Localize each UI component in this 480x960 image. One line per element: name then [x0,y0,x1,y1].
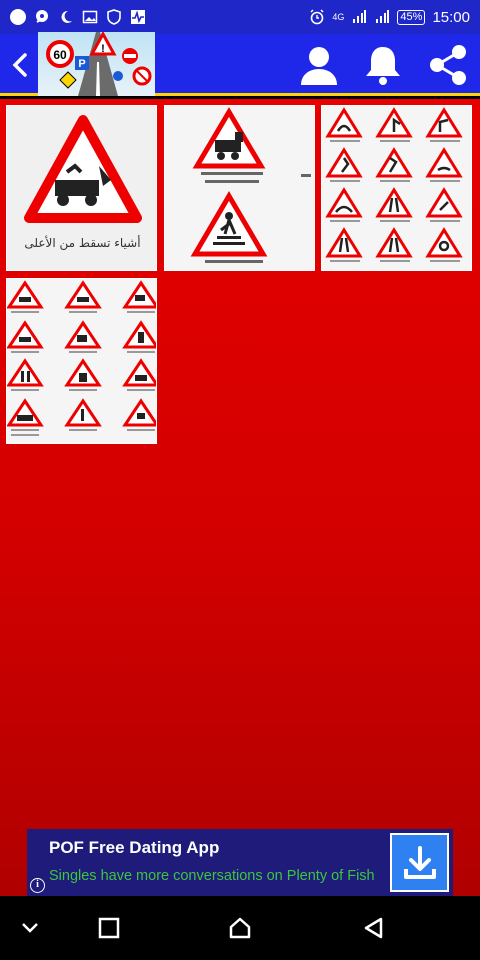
signal-icon [376,10,390,23]
network-type: 4G [332,12,345,22]
nav-home-button[interactable] [222,910,258,946]
status-time: 15:00 [432,8,470,26]
speed-limit-value: 60 [53,48,67,62]
ad-title[interactable]: POF Free Dating App [49,838,219,858]
activity-icon [131,10,145,24]
night-icon [61,10,72,23]
share-icon [430,45,466,85]
image-icon [82,10,98,24]
chevron-left-icon [12,53,27,77]
road-signs-illustration: 60 P ! [46,32,152,96]
nav-recents-button[interactable] [91,910,127,946]
recents-icon [98,917,120,939]
ad-info-icon[interactable]: i [30,878,45,893]
app-logo: 60 P ! [38,32,155,96]
gallery-item-4[interactable] [6,278,157,444]
bell-icon [366,47,400,85]
ad-banner[interactable]: POF Free Dating App Singles have more co… [27,829,453,896]
battery-level: 45 [400,10,413,23]
animal-warning-signs-grid-image [7,280,156,436]
gallery-item-1[interactable]: أشياء تسقط من الأعلى [6,105,157,271]
back-icon [364,917,383,939]
profile-button[interactable] [296,42,342,88]
ad-body[interactable]: Singles have more conversations on Plent… [49,868,379,884]
warning-signs-grid-image [325,107,463,262]
battery-icon: 45% [397,9,426,25]
nav-back-button[interactable] [355,910,391,946]
gallery-item-3[interactable] [321,105,472,271]
content-area: أشياء تسقط من الأعلى [0,99,480,896]
gallery-item-2[interactable] [164,105,315,271]
profile-icon [301,47,337,85]
svg-text:!: ! [101,43,105,55]
app-bar: 60 P ! [0,32,480,96]
status-bar: 4G 45% 15:00 [0,0,480,34]
alarm-icon [310,9,324,25]
chevron-down-icon [22,923,38,933]
shield-icon [107,9,121,25]
parking-letter: P [78,58,85,70]
notifications-button[interactable] [360,42,406,88]
ad-download-button[interactable] [390,833,449,892]
sign-caption: أشياء تسقط من الأعلى [24,236,141,250]
download-icon [403,845,436,879]
home-icon [229,917,251,939]
notification-icon [10,9,26,25]
chat-icon [36,10,48,23]
status-icons-right: 4G 45% 15:00 [309,9,470,26]
nav-collapse-button[interactable] [12,910,48,946]
navigation-bar [0,896,480,960]
railway-crossing-signs-image [190,107,311,263]
status-icons-left [10,9,146,25]
back-button[interactable] [6,48,34,82]
signal-icon [353,10,367,23]
share-button[interactable] [425,42,471,88]
